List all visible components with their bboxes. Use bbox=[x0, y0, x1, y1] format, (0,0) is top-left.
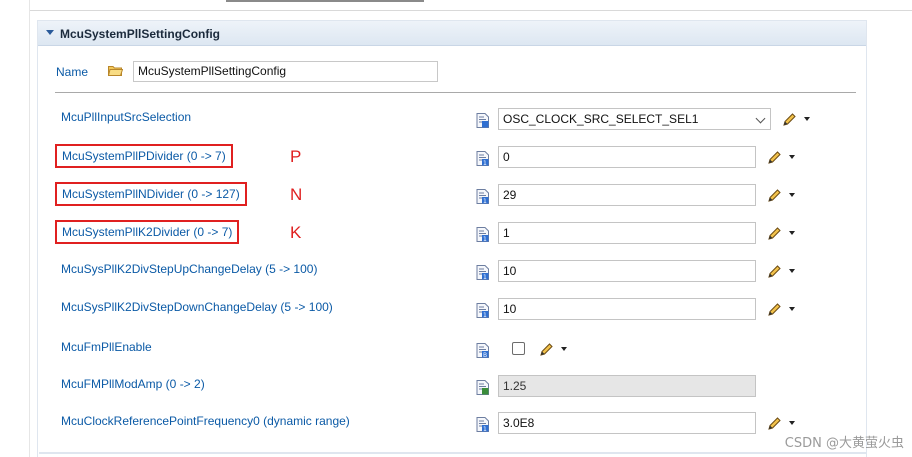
boolean-type-icon: B bbox=[476, 343, 489, 358]
enable-checkbox[interactable] bbox=[512, 342, 525, 355]
param-input[interactable]: 0 bbox=[498, 146, 756, 168]
separator-line bbox=[55, 92, 856, 93]
param-value: 10 bbox=[503, 302, 517, 316]
integer-type-icon: 1 bbox=[476, 189, 489, 204]
dropdown-arrow-icon[interactable] bbox=[789, 421, 795, 425]
param-row: McuSysPllK2DivStepDownChangeDelay (5 -> … bbox=[38, 297, 866, 323]
param-input[interactable]: 10 bbox=[498, 260, 756, 282]
top-strip bbox=[0, 0, 912, 12]
param-input: 1.25 bbox=[498, 375, 756, 397]
collapse-triangle-icon[interactable] bbox=[46, 30, 54, 35]
pencil-icon[interactable] bbox=[766, 188, 782, 204]
svg-text:1: 1 bbox=[483, 426, 487, 432]
param-value: 10 bbox=[503, 264, 517, 278]
param-label[interactable]: McuSystemPllPDivider (0 -> 7) bbox=[55, 144, 233, 168]
annotation-letter: P bbox=[290, 147, 302, 166]
section-title: McuSystemPllSettingConfig bbox=[60, 27, 221, 41]
param-label[interactable]: McuSystemPllNDivider (0 -> 127) bbox=[55, 182, 247, 206]
chevron-down-icon[interactable] bbox=[755, 113, 766, 124]
svg-text:1: 1 bbox=[483, 274, 487, 280]
pencil-icon[interactable] bbox=[766, 302, 782, 318]
param-row: McuClockReferencePointFrequency0 (dynami… bbox=[38, 411, 866, 437]
param-select[interactable]: OSC_CLOCK_SRC_SELECT_SEL1 bbox=[498, 108, 771, 130]
param-value: OSC_CLOCK_SRC_SELECT_SEL1 bbox=[503, 112, 699, 126]
param-label[interactable]: McuFmPllEnable bbox=[61, 340, 152, 354]
param-row: McuSysPllK2DivStepUpChangeDelay (5 -> 10… bbox=[38, 259, 866, 285]
dropdown-arrow-icon[interactable] bbox=[789, 155, 795, 159]
integer-type-icon: 1 bbox=[476, 151, 489, 166]
dropdown-arrow-icon[interactable] bbox=[789, 231, 795, 235]
annotation-letter: K bbox=[290, 223, 302, 242]
left-rail bbox=[0, 0, 30, 457]
param-row: McuFmPllEnable B bbox=[38, 337, 866, 363]
top-scroll-indicator bbox=[226, 0, 424, 2]
svg-text:B: B bbox=[483, 352, 487, 358]
svg-text:1: 1 bbox=[483, 160, 487, 166]
name-label: Name bbox=[56, 65, 89, 79]
param-input[interactable]: 29 bbox=[498, 184, 756, 206]
dropdown-arrow-icon[interactable] bbox=[789, 269, 795, 273]
pencil-icon[interactable] bbox=[766, 264, 782, 280]
param-label[interactable]: McuClockReferencePointFrequency0 (dynami… bbox=[61, 414, 350, 428]
svg-text:1: 1 bbox=[483, 312, 487, 318]
float-type-icon bbox=[476, 380, 489, 395]
pencil-icon[interactable] bbox=[766, 226, 782, 242]
dropdown-arrow-icon[interactable] bbox=[789, 193, 795, 197]
param-input[interactable]: 3.0E8 bbox=[498, 412, 756, 434]
param-label[interactable]: McuSysPllK2DivStepDownChangeDelay (5 -> … bbox=[61, 300, 333, 314]
param-value: 1 bbox=[503, 226, 510, 240]
param-value: 3.0E8 bbox=[503, 416, 535, 430]
param-value: 0 bbox=[503, 150, 510, 164]
name-input[interactable]: McuSystemPllSettingConfig bbox=[133, 61, 438, 82]
param-row: McuPllInputSrcSelection OSC_CLOCK_SRC_SEL… bbox=[38, 107, 866, 133]
config-section: McuSystemPllSettingConfig Name McuSystem… bbox=[37, 20, 867, 457]
pencil-icon[interactable] bbox=[781, 112, 797, 128]
section-header[interactable]: McuSystemPllSettingConfig bbox=[38, 21, 866, 46]
param-value: 1.25 bbox=[503, 379, 527, 393]
dropdown-arrow-icon[interactable] bbox=[804, 117, 810, 121]
top-divider bbox=[0, 10, 912, 11]
pencil-icon[interactable] bbox=[766, 150, 782, 166]
integer-type-icon: 1 bbox=[476, 265, 489, 280]
pencil-icon[interactable] bbox=[766, 416, 782, 432]
watermark: CSDN @大黄萤火虫 bbox=[784, 436, 904, 451]
enum-type-icon bbox=[476, 113, 489, 128]
svg-text:1: 1 bbox=[483, 198, 487, 204]
param-row: McuFMPllModAmp (0 -> 2) 1.25 bbox=[38, 374, 866, 400]
param-label[interactable]: McuFMPllModAmp (0 -> 2) bbox=[61, 377, 205, 391]
integer-type-icon: 1 bbox=[476, 417, 489, 432]
param-row: McuSystemPllPDivider (0 -> 7) P 1 0 bbox=[38, 144, 866, 171]
param-label[interactable]: McuSystemPllK2Divider (0 -> 7) bbox=[54, 220, 240, 244]
param-label[interactable]: McuPllInputSrcSelection bbox=[61, 110, 191, 124]
pencil-icon[interactable] bbox=[538, 342, 554, 358]
dropdown-arrow-icon[interactable] bbox=[789, 307, 795, 311]
folder-icon bbox=[108, 66, 123, 76]
param-row: McuSystemPllNDivider (0 -> 127) N 1 29 bbox=[38, 182, 866, 209]
param-value: 29 bbox=[503, 188, 517, 202]
svg-text:1: 1 bbox=[483, 236, 487, 242]
integer-type-icon: 1 bbox=[476, 227, 489, 242]
bottom-border bbox=[39, 452, 867, 454]
param-input[interactable]: 10 bbox=[498, 298, 756, 320]
param-label[interactable]: McuSysPllK2DivStepUpChangeDelay (5 -> 10… bbox=[61, 262, 317, 276]
annotation-letter: N bbox=[290, 185, 303, 204]
param-input[interactable]: 1 bbox=[498, 222, 756, 244]
dropdown-arrow-icon[interactable] bbox=[561, 347, 567, 351]
integer-type-icon: 1 bbox=[476, 303, 489, 318]
param-row: McuSystemPllK2Divider (0 -> 7) K 1 1 bbox=[38, 220, 866, 247]
